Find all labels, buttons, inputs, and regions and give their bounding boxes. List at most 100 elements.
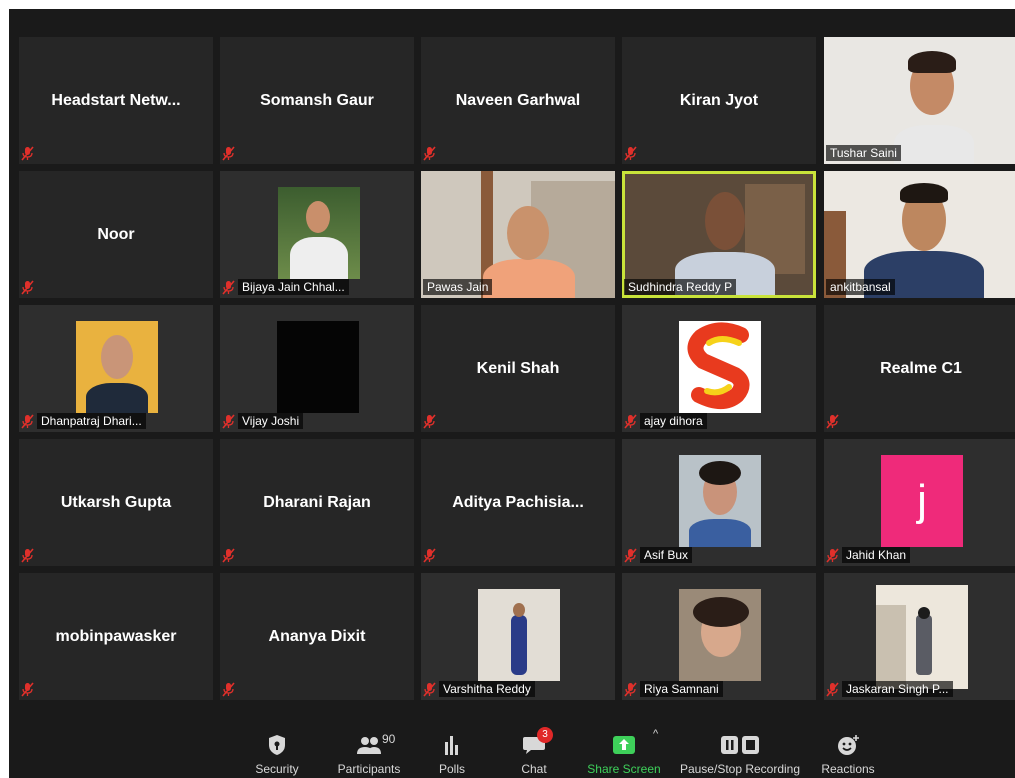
polls-button[interactable]: Polls xyxy=(427,716,477,778)
participant-name-label: Tushar Saini xyxy=(826,145,901,161)
participant-name-label: ajay dihora xyxy=(640,413,707,429)
participant-video-tile[interactable]: Tushar Saini xyxy=(824,37,1015,164)
participant-tile[interactable]: Realme C1 xyxy=(824,305,1015,432)
participant-label: Asif Bux xyxy=(624,547,693,563)
participant-label xyxy=(624,146,637,161)
chat-button[interactable]: 3 Chat xyxy=(509,716,559,778)
participant-name: Somansh Gaur xyxy=(260,91,374,109)
mic-muted-icon xyxy=(423,146,436,161)
mic-muted-icon xyxy=(624,547,637,563)
participant-label xyxy=(826,414,839,429)
participant-tile[interactable]: Somansh Gaur xyxy=(220,37,414,164)
profile-picture xyxy=(679,455,761,547)
mic-muted-icon xyxy=(222,548,235,563)
participant-name: mobinpawasker xyxy=(55,627,177,645)
participant-video-tile[interactable]: Jaskaran Singh P... xyxy=(824,573,1015,700)
participant-label xyxy=(21,682,34,697)
participant-video-tile[interactable]: ajay dihora xyxy=(622,305,816,432)
participant-tile[interactable]: mobinpawasker xyxy=(19,573,213,700)
participant-label xyxy=(222,548,235,563)
participant-label: Tushar Saini xyxy=(826,145,901,161)
participant-label: ankitbansal xyxy=(826,279,895,295)
participant-tile[interactable]: Ananya Dixit xyxy=(220,573,414,700)
participants-button[interactable]: 90 Participants xyxy=(329,716,409,778)
participant-video-tile[interactable]: Bijaya Jain Chhal... xyxy=(220,171,414,298)
mic-muted-icon xyxy=(21,548,34,563)
participant-video-tile[interactable]: ankitbansal xyxy=(824,171,1015,298)
avatar-letter: j xyxy=(917,476,927,525)
participant-name: Kenil Shah xyxy=(476,359,560,377)
participant-label: Varshitha Reddy xyxy=(423,681,535,697)
mic-muted-icon xyxy=(21,682,34,697)
mic-muted-icon xyxy=(624,681,637,697)
participant-tile[interactable]: Naveen Garhwal xyxy=(421,37,615,164)
participant-name: Dharani Rajan xyxy=(263,493,371,511)
mic-muted-icon xyxy=(222,682,235,697)
participant-name-label: Jaskaran Singh P... xyxy=(842,681,953,697)
participant-video-tile[interactable]: Dhanpatraj Dhari... xyxy=(19,305,213,432)
participant-label xyxy=(222,682,235,697)
participant-label: Jaskaran Singh P... xyxy=(826,681,953,697)
participant-tile[interactable]: Noor xyxy=(19,171,213,298)
recording-label: Pause/Stop Recording xyxy=(679,762,801,776)
chat-bubble-icon: 3 xyxy=(521,727,553,756)
participant-video-tile[interactable]: Asif Bux xyxy=(622,439,816,566)
security-label: Security xyxy=(255,762,299,776)
participant-name-label: ankitbansal xyxy=(826,279,895,295)
security-button[interactable]: Security xyxy=(247,716,307,778)
participant-label: ajay dihora xyxy=(624,413,707,429)
bar-chart-icon xyxy=(439,734,465,756)
participants-label: Participants xyxy=(337,762,401,776)
profile-picture xyxy=(876,585,968,689)
participant-label xyxy=(423,548,436,563)
mic-muted-icon xyxy=(423,414,436,429)
participant-name-label: Dhanpatraj Dhari... xyxy=(37,413,146,429)
participant-name: Naveen Garhwal xyxy=(455,91,581,109)
zoom-meeting-window: Headstart Netw... Somansh Gaur Naveen Ga… xyxy=(9,9,1015,778)
participant-label: Pawas Jain xyxy=(423,279,493,295)
participant-tile[interactable]: Dharani Rajan xyxy=(220,439,414,566)
share-arrow-icon xyxy=(611,734,637,756)
participant-count: 90 xyxy=(382,732,396,746)
participant-tile[interactable]: Kiran Jyot xyxy=(622,37,816,164)
active-speaker-tile[interactable]: Sudhindra Reddy P xyxy=(622,171,816,298)
participant-video-tile[interactable]: Varshitha Reddy xyxy=(421,573,615,700)
participant-name: Noor xyxy=(97,225,135,243)
pause-stop-recording-button[interactable]: Pause/Stop Recording xyxy=(677,716,803,778)
participant-name-label: Pawas Jain xyxy=(423,279,493,295)
chevron-up-icon[interactable]: ^ xyxy=(653,728,658,740)
participant-tile[interactable]: Kenil Shah xyxy=(421,305,615,432)
profile-picture xyxy=(679,589,761,681)
participant-video-tile[interactable]: Vijay Joshi xyxy=(220,305,414,432)
mic-muted-icon xyxy=(222,279,235,295)
profile-picture xyxy=(277,321,359,413)
shield-icon xyxy=(264,734,290,756)
polls-label: Polls xyxy=(438,762,465,776)
mic-muted-icon xyxy=(21,413,34,429)
participant-tile[interactable]: Aditya Pachisia... xyxy=(421,439,615,566)
mic-muted-icon xyxy=(423,681,436,697)
mic-muted-icon xyxy=(826,681,839,697)
mic-muted-icon xyxy=(826,414,839,429)
participant-label: Sudhindra Reddy P xyxy=(624,279,737,295)
participant-video-tile[interactable]: Pawas Jain xyxy=(421,171,615,298)
share-screen-button[interactable]: Share Screen xyxy=(583,716,665,778)
participant-label xyxy=(423,146,436,161)
profile-picture xyxy=(679,321,761,413)
mic-muted-icon xyxy=(624,146,637,161)
participant-label xyxy=(423,414,436,429)
participant-name-label: Varshitha Reddy xyxy=(439,681,535,697)
meeting-toolbar: Security 90 Participants Polls 3 Chat Sh… xyxy=(9,716,1015,778)
participant-name: Aditya Pachisia... xyxy=(452,493,584,511)
emoji-icon xyxy=(835,734,861,756)
participant-video-tile[interactable]: Riya Samnani xyxy=(622,573,816,700)
mic-muted-icon xyxy=(624,413,637,429)
participant-name-label: Jahid Khan xyxy=(842,547,911,563)
participant-video-tile[interactable]: j Jahid Khan xyxy=(824,439,1015,566)
participant-label xyxy=(222,146,235,161)
participant-tile[interactable]: Utkarsh Gupta xyxy=(19,439,213,566)
reactions-button[interactable]: Reactions xyxy=(815,716,881,778)
share-screen-label: Share Screen xyxy=(587,762,661,776)
participant-tile[interactable]: Headstart Netw... xyxy=(19,37,213,164)
participant-name-label: Asif Bux xyxy=(640,547,693,563)
